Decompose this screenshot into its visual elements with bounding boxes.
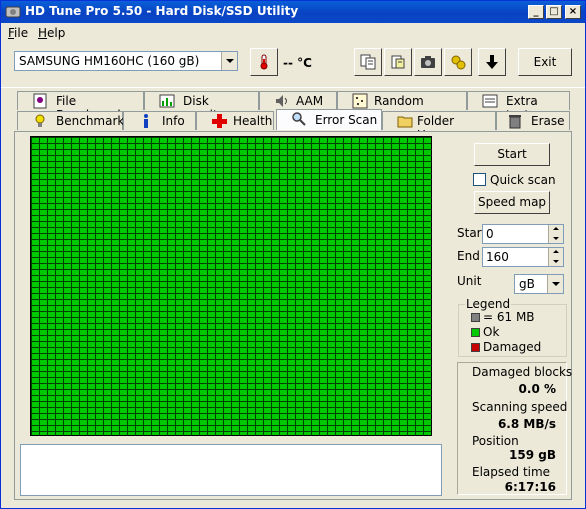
temperature-readout: -- °C xyxy=(283,56,312,70)
end-spinner[interactable]: 160 xyxy=(482,247,564,267)
minimize-button[interactable]: _ xyxy=(528,5,544,19)
drive-select[interactable]: SAMSUNG HM160HC (160 gB) xyxy=(14,51,238,71)
folder-icon xyxy=(397,116,413,128)
thermometer-icon xyxy=(260,54,268,70)
lightbulb-icon xyxy=(35,114,45,127)
quick-scan-checkbox[interactable] xyxy=(473,173,486,186)
trash-icon xyxy=(509,115,521,129)
legend-label-block-size: = 61 MB xyxy=(483,310,535,324)
copy-info-button[interactable] xyxy=(354,48,382,76)
title-bar[interactable]: HD Tune Pro 5.50 - Hard Disk/SSD Utility… xyxy=(1,1,585,23)
random-access-icon xyxy=(352,93,368,109)
quick-scan-label: Quick scan xyxy=(490,173,556,187)
elapsed-time-label: Elapsed time xyxy=(472,465,551,479)
health-cross-icon xyxy=(212,114,227,128)
legend-label-ok: Ok xyxy=(483,325,500,339)
chevron-down-icon[interactable] xyxy=(221,52,237,70)
start-spinner[interactable]: 0 xyxy=(482,224,564,244)
legend-swatch-block-size xyxy=(471,313,480,322)
tab-info[interactable]: Info xyxy=(123,111,196,130)
speaker-icon xyxy=(276,95,287,107)
tab-health[interactable]: Health xyxy=(196,111,274,130)
camera-icon xyxy=(421,56,435,68)
tab-benchmark[interactable]: Benchmark xyxy=(17,111,124,130)
damaged-blocks-value: 0.0 % xyxy=(518,382,556,396)
tab-folder-usage[interactable]: Folder Usage xyxy=(382,111,496,142)
exit-button[interactable]: Exit xyxy=(518,48,572,76)
legend-title: Legend xyxy=(465,297,512,311)
start-value: 0 xyxy=(486,227,494,241)
app-icon xyxy=(5,6,21,18)
end-label: End xyxy=(457,249,480,263)
scan-block-map xyxy=(30,136,432,436)
menu-file[interactable]: File xyxy=(8,26,28,40)
tab-error-scan[interactable]: Error Scan xyxy=(276,109,382,130)
copy-info-icon xyxy=(360,54,376,70)
spin-up-icon[interactable] xyxy=(548,225,563,234)
spin-down-icon[interactable] xyxy=(548,257,563,266)
scan-log-box[interactable] xyxy=(20,444,442,496)
window-title: HD Tune Pro 5.50 - Hard Disk/SSD Utility xyxy=(25,4,299,18)
scanning-speed-label: Scanning speed xyxy=(472,400,568,414)
menu-help[interactable]: Help xyxy=(38,26,65,40)
info-icon xyxy=(144,114,148,128)
end-value: 160 xyxy=(486,250,509,264)
save-button[interactable] xyxy=(478,48,506,76)
copy-screenshot-button[interactable] xyxy=(384,48,412,76)
extra-tests-icon xyxy=(482,94,498,108)
save-download-icon xyxy=(486,55,498,69)
unit-label: Unit xyxy=(457,274,482,288)
chevron-down-icon[interactable] xyxy=(547,275,563,293)
scanning-speed-value: 6.8 MB/s xyxy=(497,417,556,431)
magnifier-icon xyxy=(292,112,306,126)
tab-aam[interactable]: AAM xyxy=(259,91,337,110)
app-window: HD Tune Pro 5.50 - Hard Disk/SSD Utility… xyxy=(0,0,586,509)
legend-label-damaged: Damaged xyxy=(483,340,542,354)
file-benchmark-icon xyxy=(33,93,47,109)
legend-swatch-ok xyxy=(471,328,480,337)
position-value: 159 gB xyxy=(509,448,556,462)
temperature-button[interactable] xyxy=(250,48,278,76)
unit-select[interactable]: gB xyxy=(514,274,564,294)
spin-up-icon[interactable] xyxy=(548,248,563,257)
damaged-blocks-label: Damaged blocks xyxy=(472,365,573,379)
tab-file-benchmark[interactable]: File Benchmark xyxy=(17,91,144,122)
unit-select-value: gB xyxy=(519,277,535,291)
position-label: Position xyxy=(472,434,519,448)
tab-random-access[interactable]: Random Access xyxy=(337,91,467,122)
screenshot-button[interactable] xyxy=(414,48,442,76)
spin-down-icon[interactable] xyxy=(548,234,563,243)
speed-map-button[interactable]: Speed map xyxy=(474,191,550,214)
legend-swatch-damaged xyxy=(471,343,480,352)
drive-select-value: SAMSUNG HM160HC (160 gB) xyxy=(19,54,200,68)
tab-erase[interactable]: Erase xyxy=(496,111,570,130)
elapsed-time-value: 6:17:16 xyxy=(504,480,556,494)
menu-bar: File Help xyxy=(1,23,585,41)
copy-screenshot-icon xyxy=(391,55,405,69)
disk-monitor-icon xyxy=(159,94,175,108)
options-button[interactable] xyxy=(444,48,472,76)
close-button[interactable]: × xyxy=(565,5,581,19)
options-icon xyxy=(451,55,466,70)
tab-extra-tests[interactable]: Extra tests xyxy=(467,91,570,122)
maximize-button[interactable]: □ xyxy=(546,5,562,19)
start-scan-button[interactable]: Start xyxy=(474,143,550,166)
tab-disk-monitor[interactable]: Disk monitor xyxy=(144,91,259,122)
